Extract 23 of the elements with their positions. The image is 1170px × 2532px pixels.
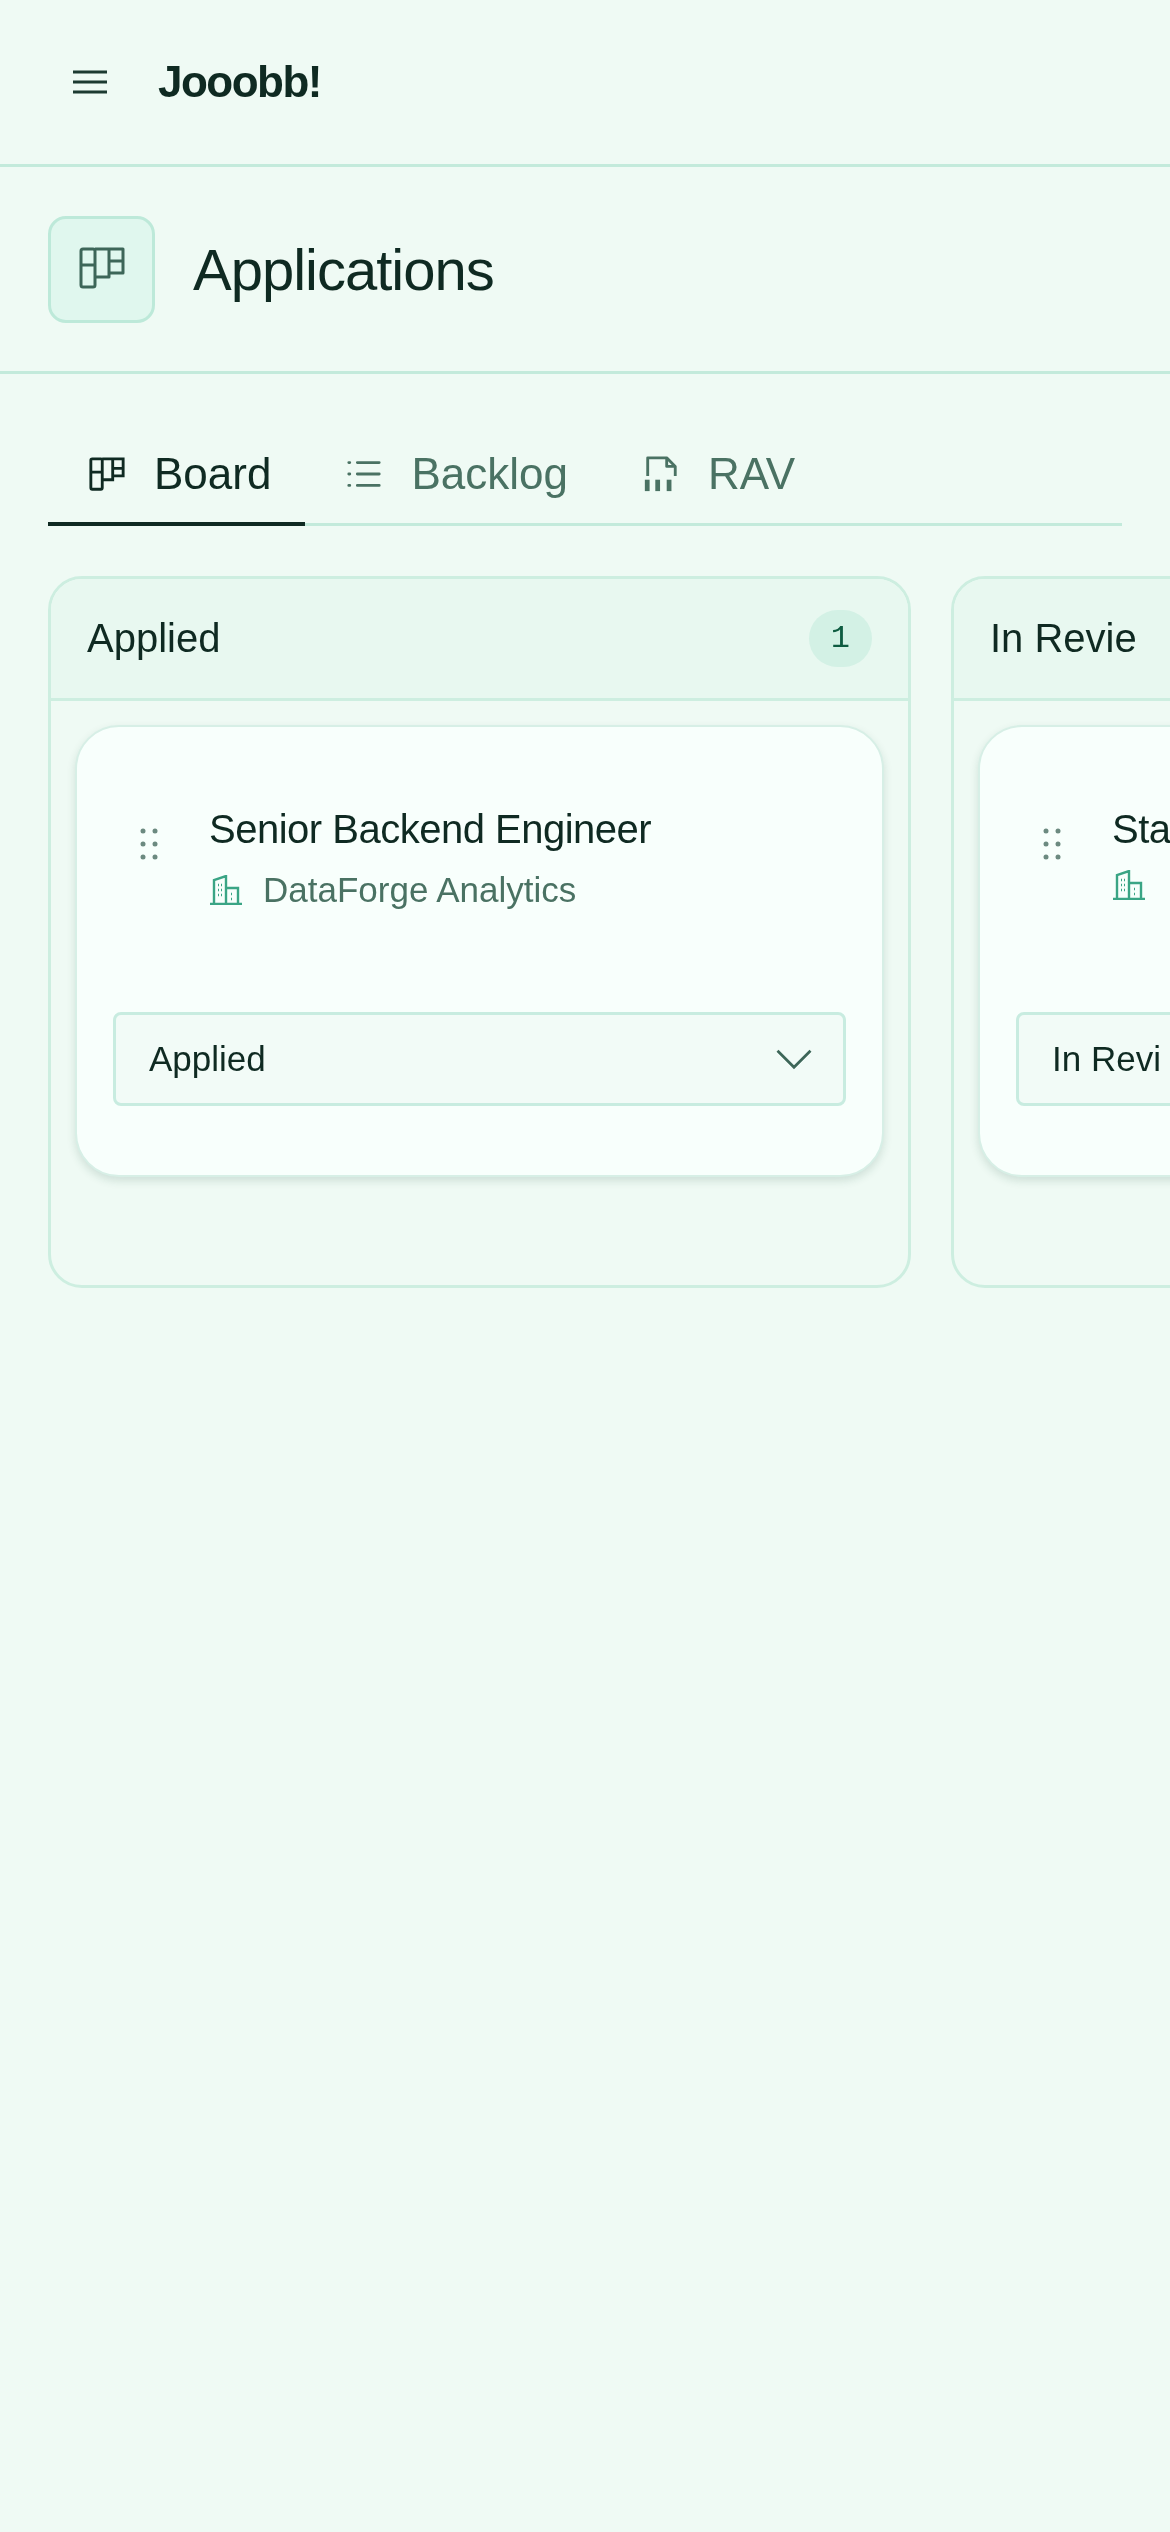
tab[interactable]: RAV — [601, 426, 830, 526]
company-name: DataForge Analytics — [263, 870, 577, 910]
application-card[interactable]: Senior Backend Engineer DataForge Analytics Applied — [75, 725, 884, 1177]
status-dropdown[interactable]: In Revi — [1016, 1012, 1170, 1106]
job-title: Senior Backend Engineer — [209, 807, 652, 852]
app-title: Jooobb! — [158, 57, 321, 107]
column-title: In Revie — [990, 616, 1137, 661]
drag-handle-icon[interactable] — [139, 827, 159, 861]
column-title: Applied — [87, 616, 221, 661]
tab[interactable]: Backlog — [305, 426, 602, 526]
board-icon — [48, 215, 155, 323]
tab[interactable]: Board — [48, 426, 306, 526]
status-dropdown[interactable]: Applied — [113, 1012, 846, 1106]
building-icon — [209, 875, 243, 905]
building-icon — [1112, 870, 1146, 900]
page-title: Applications — [193, 235, 494, 303]
board-icon — [88, 455, 126, 493]
job-title: Sta — [1112, 807, 1170, 852]
count-badge: 1 — [808, 610, 872, 667]
menu-icon[interactable] — [72, 70, 108, 94]
drag-handle-icon[interactable] — [1042, 827, 1062, 861]
application-card[interactable]: Sta In Revi — [978, 725, 1170, 1177]
chevron-down-icon — [775, 1048, 813, 1070]
